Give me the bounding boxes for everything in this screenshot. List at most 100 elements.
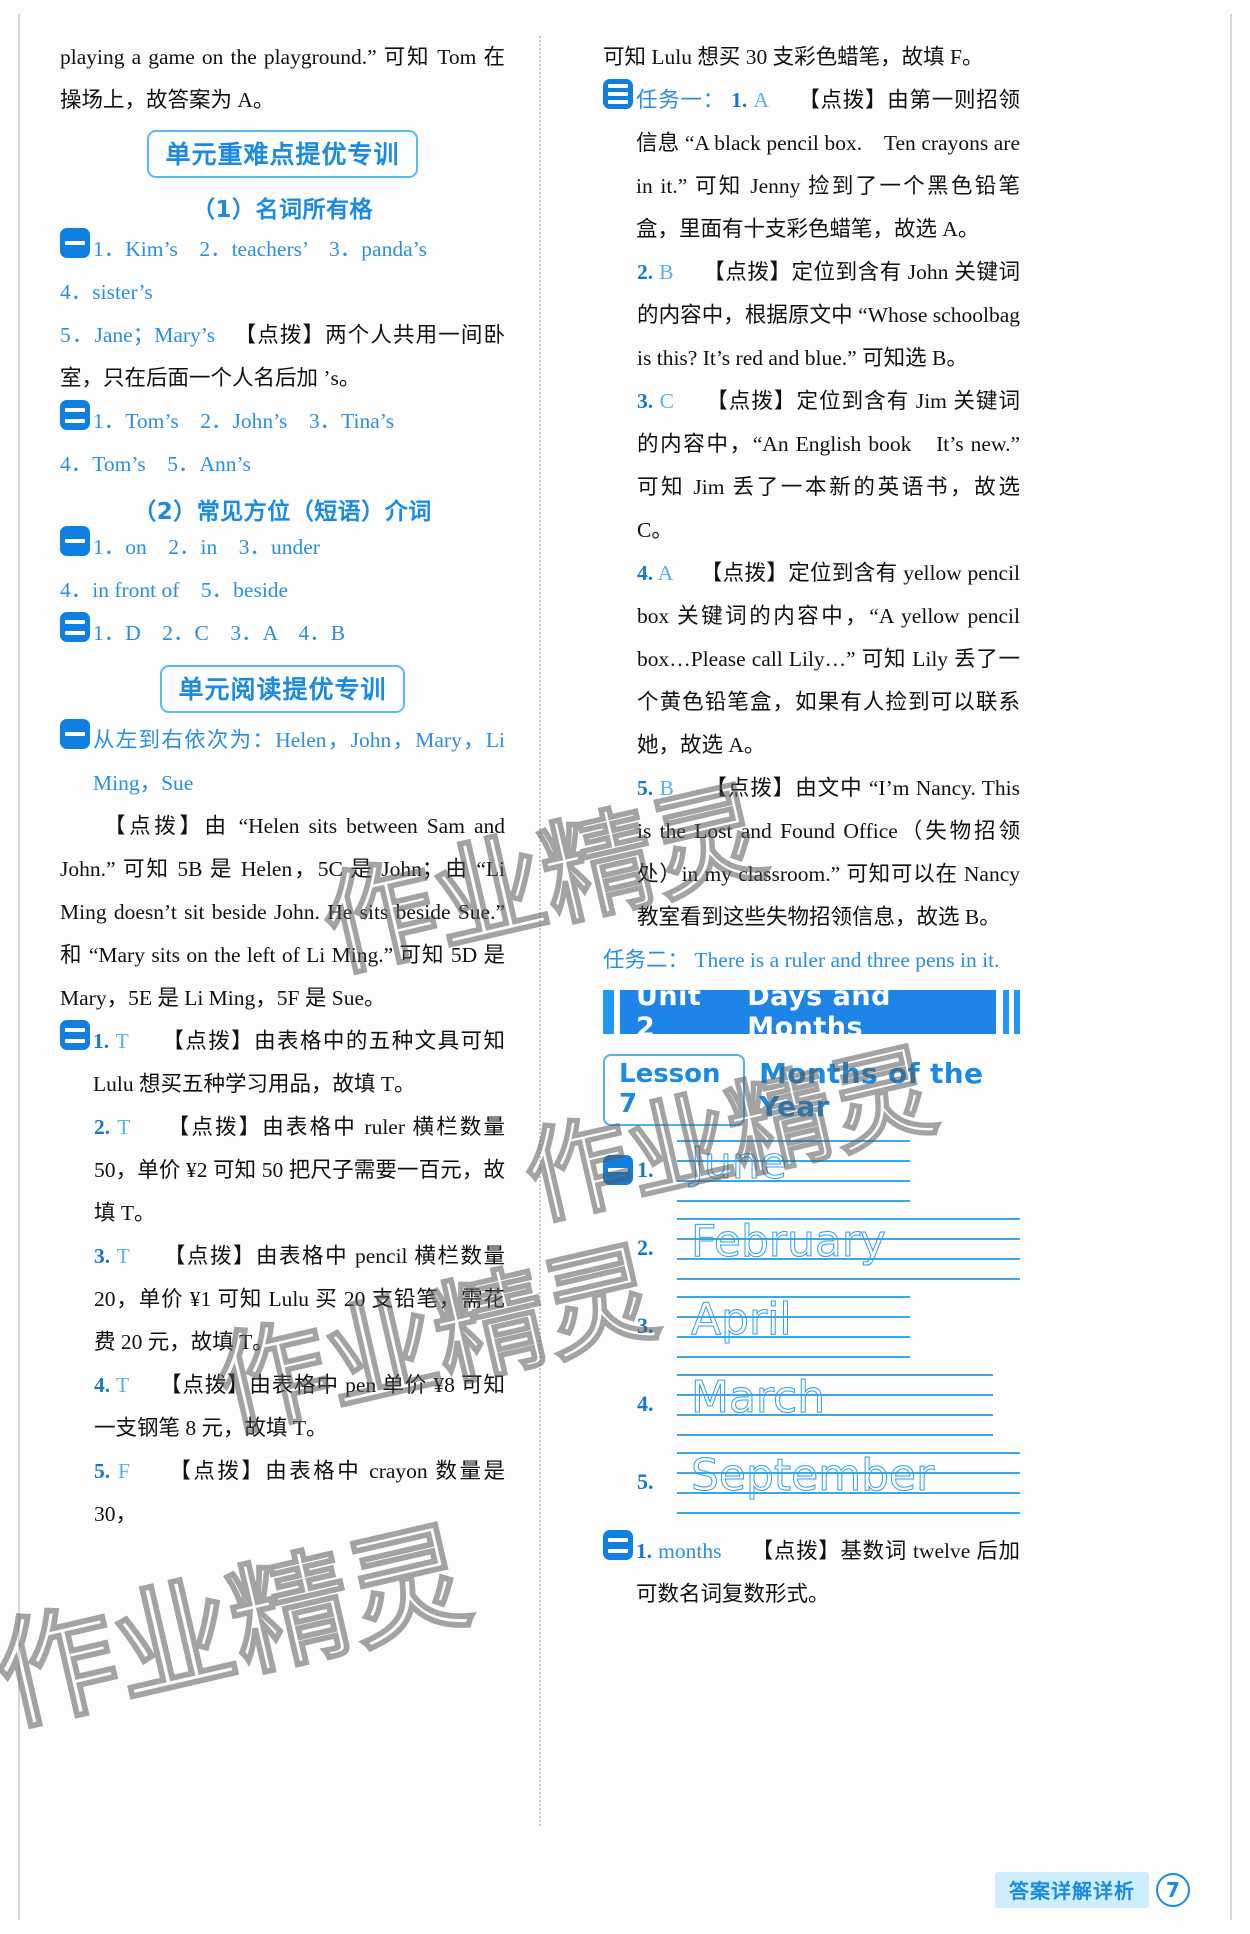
page-frame-left [18,14,20,1920]
item-number: 3. [637,389,654,413]
unit-title: Days and Months [747,981,891,1043]
workbook-answer-page: playing a game on the playground.” 可知 To… [0,0,1250,1934]
item-number: 5. [94,1459,111,1483]
task1-group: 任务一： 1. A 【点拨】由第一则招领信息 “A black pencil b… [603,79,1020,251]
handwriting-item: 3. April [603,1292,1020,1360]
continuation-paragraph: 可知 Lulu 想买 30 支彩色蜡笔，故填 F。 [603,45,984,69]
badge-two-icon [603,1530,633,1560]
continuation-paragraph: playing a game on the playground.” 可知 To… [60,45,505,112]
reading-item: 3. T 【点拨】由表格中 pencil 横栏数量 20，单价 ¥1 可知 Lu… [94,1235,505,1364]
badge-three-icon [603,79,633,109]
task1-item: 3. C 【点拨】定位到含有 Jim 关键词的内容中，“An English b… [637,380,1020,552]
task1-label: 任务一： [636,88,725,112]
handwriting-item: 2. February [603,1214,1020,1282]
item-number: 1. [731,88,748,112]
unit-number: Unit 2 [636,981,702,1043]
task1-first-item: 任务一： 1. A 【点拨】由第一则招领信息 “A black pencil b… [636,79,1020,251]
unit-end-bars-icon [1003,990,1020,1034]
item-number: 2. [94,1115,111,1139]
group-two-answer: 1. months 【点拨】基数词 twelve 后加可数名词复数形式。 [603,1530,1020,1616]
page-footer: 答案详解详析 7 [995,1872,1190,1908]
badge-one-icon [60,526,90,556]
badge-two-icon [60,612,90,642]
answer-line: 1．on 2．in 3．under [93,535,320,559]
handwriting-word: April [691,1294,793,1346]
badge-one-icon [60,228,90,258]
answer-group-1: 1．Kim’s 2．teachers’ 3．panda’s [60,228,505,271]
handwriting-stave: June [677,1136,1020,1204]
section-title-unit-key-points-wrap: 单元重难点提优专训 [60,130,505,178]
item-answer: C [659,389,674,413]
item-answer: T [115,1029,129,1053]
item-hint: 【点拨】定位到含有 yellow pencil box 关键词的内容中，“A y… [637,561,1021,757]
handwriting-stave: March [677,1370,1020,1438]
badge-two-icon [60,400,90,430]
item-answer: T [116,1244,130,1268]
group-two-line: 1. months 【点拨】基数词 twelve 后加可数名词复数形式。 [636,1530,1020,1616]
reading-item: 1. T 【点拨】由表格中的五种文具可知 Lulu 想买五种学习用品，故填 T。 [93,1020,505,1106]
answer-line: 1．Tom’s 2．John’s 3．Tina’s [93,409,395,433]
item-number: 3. [637,1313,654,1338]
reading-item: 5. F 【点拨】由表格中 crayon 数量是 30， [94,1450,505,1536]
item-number: 1. [636,1539,653,1563]
item-answer: T [115,1373,129,1397]
handwriting-stave: February [677,1214,1020,1282]
handwriting-item: 1. June [603,1136,1020,1204]
handwriting-item: 5. September [603,1448,1020,1516]
handwriting-word: March [690,1372,826,1424]
subsection-title-prepositions: （2）常见方位（短语）介词 [133,499,432,525]
answer-line: 4．Tom’s 5．Ann’s [60,452,251,476]
task2-answer: There is a ruler and three pens in it. [694,948,1000,972]
lesson-pill: Lesson 7 [603,1054,746,1126]
handwriting-stave: September [677,1448,1020,1516]
handwriting-stave: April [677,1292,1020,1360]
task2-line: 任务二： There is a ruler and three pens in … [603,939,1020,982]
right-column: 可知 Lulu 想买 30 支彩色蜡笔，故填 F。 任务一： 1. A 【点拨】… [555,36,1020,1856]
left-column: playing a game on the playground.” 可知 To… [60,36,525,1856]
handwriting-word: February [691,1216,887,1268]
answer-line: 1．Kim’s 2．teachers’ 3．panda’s [93,237,427,261]
item-hint: 【点拨】由表格中 pen 单价 ¥8 可知一支钢笔 8 元，故填 T。 [94,1373,506,1440]
item-answer: B [659,260,674,284]
handwriting-word: June [691,1138,788,1190]
answer-group-2: 1．Tom’s 2．John’s 3．Tina’s [60,400,505,443]
badge-one-icon [60,719,90,749]
answer-line: 4．in front of 5．beside [60,578,289,602]
column-divider [539,36,541,1826]
unit-bar: Unit 2 Days and Months [620,981,996,1043]
item-number: 3. [94,1244,111,1268]
item-number: 1. [637,1157,654,1182]
unit-accent-bar-icon [603,990,614,1034]
answer-line: 4．sister’s [60,280,153,304]
reading-item: 4. T 【点拨】由表格中 pen 单价 ¥8 可知一支钢笔 8 元，故填 T。 [94,1364,505,1450]
item-answer: A [753,88,768,112]
badge-one-icon [603,1155,633,1185]
reading-group-2: 1. T 【点拨】由表格中的五种文具可知 Lulu 想买五种学习用品，故填 T。 [60,1020,505,1106]
item-number: 4. [637,1391,654,1416]
item-number: 2. [637,260,654,284]
subsection-title-possessive: （1）名词所有格 [191,197,373,223]
task1-item: 2. B 【点拨】定位到含有 John 关键词的内容中，根据原文中 “Whose… [637,251,1020,380]
item-number: 5. [637,776,654,800]
item-answer: months [658,1539,722,1563]
unit-banner: Unit 2 Days and Months [603,981,1020,1043]
badge-two-icon [60,1020,90,1050]
item-number: 5. [637,1469,654,1494]
section-title-unit-reading-wrap: 单元阅读提优专训 [60,665,505,713]
reading-item: 2. T 【点拨】由表格中 ruler 横栏数量 50，单价 ¥2 可知 50 … [94,1106,505,1235]
item-answer: F [118,1459,130,1483]
item-number: 4. [94,1373,111,1397]
answer-line: 1．D 2．C 3．A 4．B [93,621,346,645]
task1-item: 5. B 【点拨】由文中 “I’m Nancy. This is the Los… [637,767,1020,939]
two-column-layout: playing a game on the playground.” 可知 To… [60,36,1190,1856]
lesson-header: Lesson 7 Months of the Year [603,1054,1020,1126]
item-number: 1. [93,1029,110,1053]
task2-label: 任务二： [603,948,690,972]
lesson-title: Months of the Year [759,1057,984,1123]
section-title-unit-reading: 单元阅读提优专训 [160,665,405,713]
answer-value: 5．Jane；Mary’s [60,323,216,347]
item-number: 2. [637,1235,654,1260]
item-answer: B [659,776,674,800]
reading-hint: 【点拨】由 “Helen sits between Sam and John.”… [60,814,505,1010]
reading-answer: 从左到右依次为：Helen，John，Mary，Li Ming，Sue [93,728,505,795]
